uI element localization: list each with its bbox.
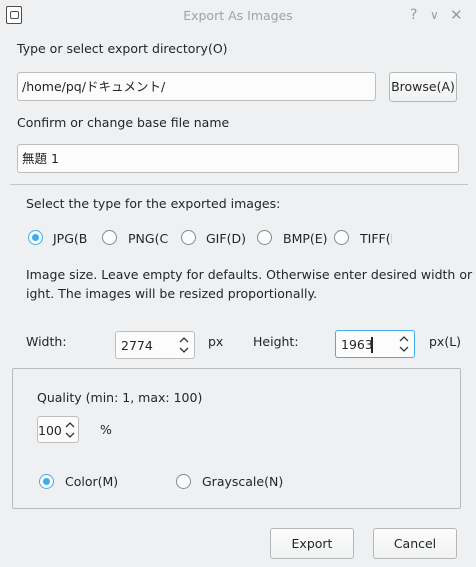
png-radio[interactable]	[102, 230, 117, 245]
help-icon[interactable]: ?	[410, 6, 417, 24]
width-label: Width:	[26, 334, 67, 349]
increment-icon[interactable]	[64, 419, 76, 430]
png-radio-label[interactable]: PNG(C	[128, 231, 168, 246]
grayscale-radio[interactable]	[176, 474, 191, 489]
minimize-icon[interactable]: ∨	[430, 6, 439, 24]
quality-label: Quality (min: 1, max: 100)	[37, 390, 203, 405]
color-radio[interactable]	[39, 474, 54, 489]
window-title: Export As Images	[183, 8, 293, 23]
directory-input[interactable]: /home/pq/ドキュメント/	[17, 72, 376, 101]
color-radio-label[interactable]: Color(M)	[65, 474, 118, 489]
height-unit: px(L)	[429, 334, 462, 349]
height-label: Height:	[253, 334, 299, 349]
decrement-icon[interactable]	[178, 345, 190, 356]
height-value: 1963	[341, 337, 373, 352]
grayscale-radio-label[interactable]: Grayscale(N)	[202, 474, 283, 489]
tiff-radio-label[interactable]: TIFF(I	[360, 231, 392, 246]
basename-input[interactable]: 無題 1	[17, 144, 459, 173]
export-button[interactable]: Export	[270, 528, 354, 559]
cancel-button[interactable]: Cancel	[373, 528, 457, 559]
decrement-icon[interactable]	[64, 430, 76, 441]
bmp-radio-label[interactable]: BMP(E)	[283, 231, 328, 246]
basename-label: Confirm or change base file name	[17, 115, 230, 130]
separator	[10, 184, 468, 185]
text-cursor	[371, 337, 373, 353]
height-spinbox[interactable]: 1963	[335, 330, 415, 358]
bmp-radio[interactable]	[257, 230, 272, 245]
quality-unit: %	[100, 422, 112, 437]
width-spinbox[interactable]: 2774	[115, 331, 195, 359]
type-section-label: Select the type for the exported images:	[26, 196, 281, 211]
size-info-line-2: ight. The images will be resized proport…	[26, 286, 318, 301]
width-unit: px	[208, 334, 224, 349]
title-bar: Export As Images ? ∨ ✕	[0, 0, 476, 31]
close-icon[interactable]: ✕	[450, 6, 463, 24]
directory-label: Type or select export directory(O)	[17, 41, 228, 56]
quality-spinbox[interactable]: 100	[37, 416, 79, 443]
decrement-icon[interactable]	[398, 344, 410, 355]
width-value: 2774	[121, 338, 153, 353]
jpg-radio-label[interactable]: JPG(B	[53, 231, 87, 246]
gif-radio[interactable]	[181, 230, 196, 245]
gif-radio-label[interactable]: GIF(D)	[206, 231, 246, 246]
increment-icon[interactable]	[178, 334, 190, 345]
browse-button[interactable]: Browse(A)	[389, 72, 457, 102]
tiff-radio[interactable]	[334, 230, 349, 245]
increment-icon[interactable]	[398, 333, 410, 344]
quality-value: 100	[38, 423, 62, 438]
size-info-line-1: Image size. Leave empty for defaults. Ot…	[26, 267, 476, 282]
jpg-radio[interactable]	[28, 230, 43, 245]
